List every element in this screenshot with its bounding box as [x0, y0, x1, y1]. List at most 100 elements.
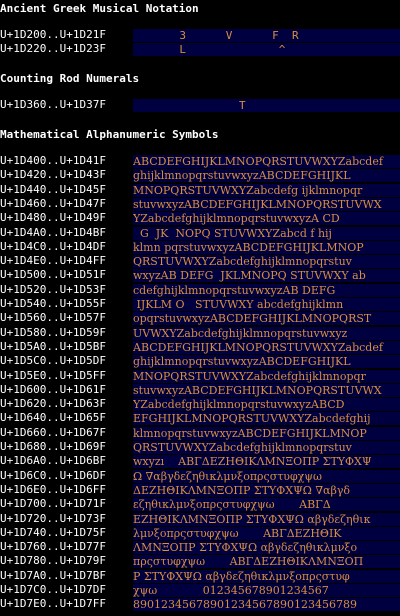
code-range-label: U+1D7A0..U+1D7BF	[0, 568, 106, 582]
glyph-strip: stuvwxyzABCDEFGHIJKLMNOPQRSTUVWX	[133, 197, 400, 211]
code-range-label: U+1D440..U+1D45F	[0, 182, 106, 196]
block-row: U+1D500..U+1D51F wxyzAB DEFG JKLMNOPQ STU…	[0, 268, 400, 283]
glyph-strip: stuvwxyzABCDEFGHIJKLMNOPQRSTUVWX	[133, 383, 400, 397]
code-range-label: U+1D4E0..U+1D4FF	[0, 254, 106, 268]
glyph-strip: L ^	[133, 43, 400, 57]
code-range-label: U+1D620..U+1D63F	[0, 397, 106, 411]
block-row: U+1D220..U+1D23F L ^	[0, 42, 400, 57]
glyph-strip: cdefghijklmnopqrstuvwxyzAB DEFG	[133, 283, 400, 297]
block-row: U+1D4A0..U+1D4BF G JK NOPQ STUVWXYZabcd …	[0, 226, 400, 240]
glyph-strip: EFGHIJKLMNOPQRSTUVWXYZabcdefghij	[133, 412, 400, 426]
code-range-label: U+1D400..U+1D41F	[0, 154, 106, 167]
glyph-strip: QRSTUVWXYZabcdefghijklmnopqrstuv	[133, 255, 400, 269]
code-range-label: U+1D7C0..U+1D7DF	[0, 583, 106, 596]
code-range-label: U+1D5A0..U+1D5BF	[0, 339, 106, 353]
block-row: U+1D5C0..U+1D5DF ghijklmnopqrstuvwxyzABCD…	[0, 354, 400, 369]
code-range-label: U+1D560..U+1D57F	[0, 311, 106, 325]
code-range-label: U+1D6C0..U+1D6DF	[0, 468, 106, 482]
block-row: U+1D520..U+1D53F cdefghijklmnopqrstuvwxyz…	[0, 283, 400, 297]
code-range-label: U+1D5C0..U+1D5DF	[0, 354, 106, 368]
block-row: U+1D7E0..U+1D7FF 890123456789012345678901…	[0, 597, 400, 612]
block-row: U+1D360..U+1D37F T	[0, 98, 400, 112]
block-row: U+1D700..U+1D71F εζηθικλμνξοπρςστυφχψω ΑΒ…	[0, 497, 400, 512]
glyph-strip: Ρ ΣΤΥΦΧΨΩ αβγδεζηθικλμνξοπρςστυφ	[133, 569, 400, 583]
glyph-strip: MNOPQRSTUVWXYZabcdefg ijklmnopqr	[133, 183, 400, 197]
block-row: U+1D4E0..U+1D4FF QRSTUVWXYZabcdefghijklmn…	[0, 254, 400, 269]
glyph-strip: wxyzı ΑΒΓΔΕΖΗΘΙΚΛΜΝΞΟΠΡ ΣΤΥΦΧΨ	[133, 455, 400, 469]
block-row: U+1D740..U+1D75F λμνξοπρςστυφχψω ΑΒΓΔΕΖΗΘ…	[0, 526, 400, 540]
glyph-strip: QRSTUVWXYZabcdefghijklmnopqrstuv	[133, 441, 400, 454]
block-row: U+1D540..U+1D55F IJKLM O STUVWXY abcdefg…	[0, 297, 400, 311]
code-range-label: U+1D520..U+1D53F	[0, 282, 106, 296]
code-range-label: U+1D500..U+1D51F	[0, 268, 106, 282]
block-row: U+1D6C0..U+1D6DF Ω ∇αβγδεζηθικλμνξοπρςστυ…	[0, 469, 400, 483]
glyph-strip: IJKLM O STUVWXY abcdefghijklmn	[133, 298, 400, 311]
code-range-label: U+1D600..U+1D61F	[0, 382, 106, 396]
glyph-strip: εζηθικλμνξοπρςστυφχψω ΑΒΓΔ	[133, 498, 400, 512]
block-row: U+1D4C0..U+1D4DF klmn pqrstuvwxyzABCDEFGH…	[0, 240, 400, 254]
code-range-label: U+1D580..U+1D59F	[0, 325, 106, 339]
code-range-label: U+1D640..U+1D65F	[0, 411, 106, 425]
block-row: U+1D460..U+1D47F stuvwxyzABCDEFGHIJKLMNOP…	[0, 197, 400, 211]
glyph-strip: ghijklmnopqrstuvwxyzABCDEFGHIJKL	[133, 169, 400, 183]
code-range-label: U+1D480..U+1D49F	[0, 211, 106, 225]
glyph-strip: G JK NOPQ STUVWXYZabcd f hij	[133, 226, 400, 240]
block-row: U+1D620..U+1D63F YZabcdefghijklmnopqrstuv…	[0, 397, 400, 412]
block-row: U+1D720..U+1D73F ΕΖΗΘΙΚΛΜΝΞΟΠΡ ΣΤΥΦΧΨΩ αβ…	[0, 512, 400, 526]
block-row: U+1D5E0..U+1D5FF MNOPQRSTUVWXYZabcdefghij…	[0, 369, 400, 383]
block-row: U+1D640..U+1D65F EFGHIJKLMNOPQRSTUVWXYZab…	[0, 411, 400, 426]
block-row: U+1D440..U+1D45F MNOPQRSTUVWXYZabcdefg ij…	[0, 183, 400, 197]
code-range-label: U+1D5E0..U+1D5FF	[0, 368, 106, 382]
block-row: U+1D5A0..U+1D5BF ABCDEFGHIJKLMNOPQRSTUVWX…	[0, 340, 400, 354]
code-range-label: U+1D7E0..U+1D7FF	[0, 597, 106, 611]
glyph-strip: wxyzAB DEFG JKLMNOPQ STUVWXY ab	[133, 269, 400, 283]
block-row: U+1D400..U+1D41F ABCDEFGHIJKLMNOPQRSTUVWX…	[0, 154, 400, 168]
section-title: Mathematical Alphanumeric Symbols	[0, 128, 219, 141]
block-row: U+1D200..U+1D21F 3 V F R	[0, 28, 400, 42]
glyph-strip: ΕΖΗΘΙΚΛΜΝΞΟΠΡ ΣΤΥΦΧΨΩ αβγδεζηθικ	[133, 512, 400, 526]
block-row: U+1D6A0..U+1D6BF wxyzı ΑΒΓΔΕΖΗΘΙΚΛΜΝΞΟΠΡ …	[0, 454, 400, 469]
block-row: U+1D600..U+1D61F stuvwxyzABCDEFGHIJKLMNOP…	[0, 383, 400, 397]
block-row: U+1D7A0..U+1D7BF Ρ ΣΤΥΦΧΨΩ αβγδεζηθικλμνξ…	[0, 569, 400, 583]
block-row: U+1D680..U+1D69F QRSTUVWXYZabcdefghijklmn…	[0, 440, 400, 454]
code-range-label: U+1D720..U+1D73F	[0, 511, 106, 525]
block-row: U+1D420..U+1D43F ghijklmnopqrstuvwxyzABCD…	[0, 168, 400, 183]
glyph-strip: klmn pqrstuvwxyzABCDEFGHIJKLMNOP	[133, 240, 400, 254]
code-range-label: U+1D200..U+1D21F	[0, 28, 106, 41]
glyph-strip: opqrstuvwxyzABCDEFGHIJKLMNOPQRST	[133, 312, 400, 326]
code-range-label: U+1D420..U+1D43F	[0, 168, 106, 182]
glyph-strip: 3 V F R	[133, 29, 400, 42]
glyph-strip: χψω 012345678901234567	[133, 584, 400, 597]
glyph-strip: ABCDEFGHIJKLMNOPQRSTUVWXYZabcdef	[133, 340, 400, 354]
glyph-strip: ΔΕΖΗΘΙΚΛΜΝΞΟΠΡ ΣΤΥΦΧΨΩ ∇αβγδ	[133, 483, 400, 497]
glyph-strip: Ω ∇αβγδεζηθικλμνξοπρςστυφχψω	[133, 469, 400, 483]
code-range-label: U+1D700..U+1D71F	[0, 497, 106, 511]
code-range-label: U+1D6E0..U+1D6FF	[0, 482, 106, 496]
block-row: U+1D560..U+1D57F opqrstuvwxyzABCDEFGHIJKL…	[0, 311, 400, 326]
code-range-label: U+1D360..U+1D37F	[0, 98, 106, 111]
glyph-strip: λμνξοπρςστυφχψω ΑΒΓΔΕΖΗΘΙΚ	[133, 526, 400, 540]
glyph-strip: ΛΜΝΞΟΠΡ ΣΤΥΦΧΨΩ αβγδεζηθικλμνξο	[133, 541, 400, 555]
block-row: U+1D660..U+1D67F klmnopqrstuvwxyzABCDEFGH…	[0, 426, 400, 440]
block-row: U+1D480..U+1D49F YZabcdefghijklmnopqrstuv…	[0, 211, 400, 226]
glyph-strip: πρςστυφχψω ΑΒΓΔΕΖΗΘΙΚΛΜΝΞΟΠ	[133, 555, 400, 569]
code-range-label: U+1D760..U+1D77F	[0, 540, 106, 554]
glyph-strip: UVWXYZabcdefghijklmnopqrstuvwxyz	[133, 326, 400, 340]
section-title: Counting Rod Numerals	[0, 72, 140, 85]
block-row: U+1D760..U+1D77F ΛΜΝΞΟΠΡ ΣΤΥΦΧΨΩ αβγδεζηθ…	[0, 540, 400, 555]
block-row: U+1D6E0..U+1D6FF ΔΕΖΗΘΙΚΛΜΝΞΟΠΡ ΣΤΥΦΧΨΩ ∇…	[0, 483, 400, 497]
block-row: U+1D7C0..U+1D7DF χψω 012345678901234567	[0, 583, 400, 597]
code-range-label: U+1D780..U+1D79F	[0, 554, 106, 568]
glyph-strip: klmnopqrstuvwxyzABCDEFGHIJKLMNOP	[133, 426, 400, 440]
code-range-label: U+1D660..U+1D67F	[0, 425, 106, 439]
code-range-label: U+1D4A0..U+1D4BF	[0, 225, 106, 239]
section-title: Ancient Greek Musical Notation	[0, 2, 199, 15]
glyph-strip: ABCDEFGHIJKLMNOPQRSTUVWXYZabcdef	[133, 155, 400, 168]
glyph-strip: MNOPQRSTUVWXYZabcdefghijklmnopqr	[133, 369, 400, 383]
block-row: U+1D780..U+1D79F πρςστυφχψω ΑΒΓΔΕΖΗΘΙΚΛΜΝ…	[0, 554, 400, 569]
glyph-strip: YZabcdefghijklmnopqrstuvwxyzABCD	[133, 398, 400, 412]
glyph-strip: 89012345678901234567890123456789	[133, 598, 400, 612]
glyph-strip: T	[133, 99, 400, 112]
code-range-label: U+1D740..U+1D75F	[0, 525, 106, 539]
code-range-label: U+1D680..U+1D69F	[0, 440, 106, 453]
